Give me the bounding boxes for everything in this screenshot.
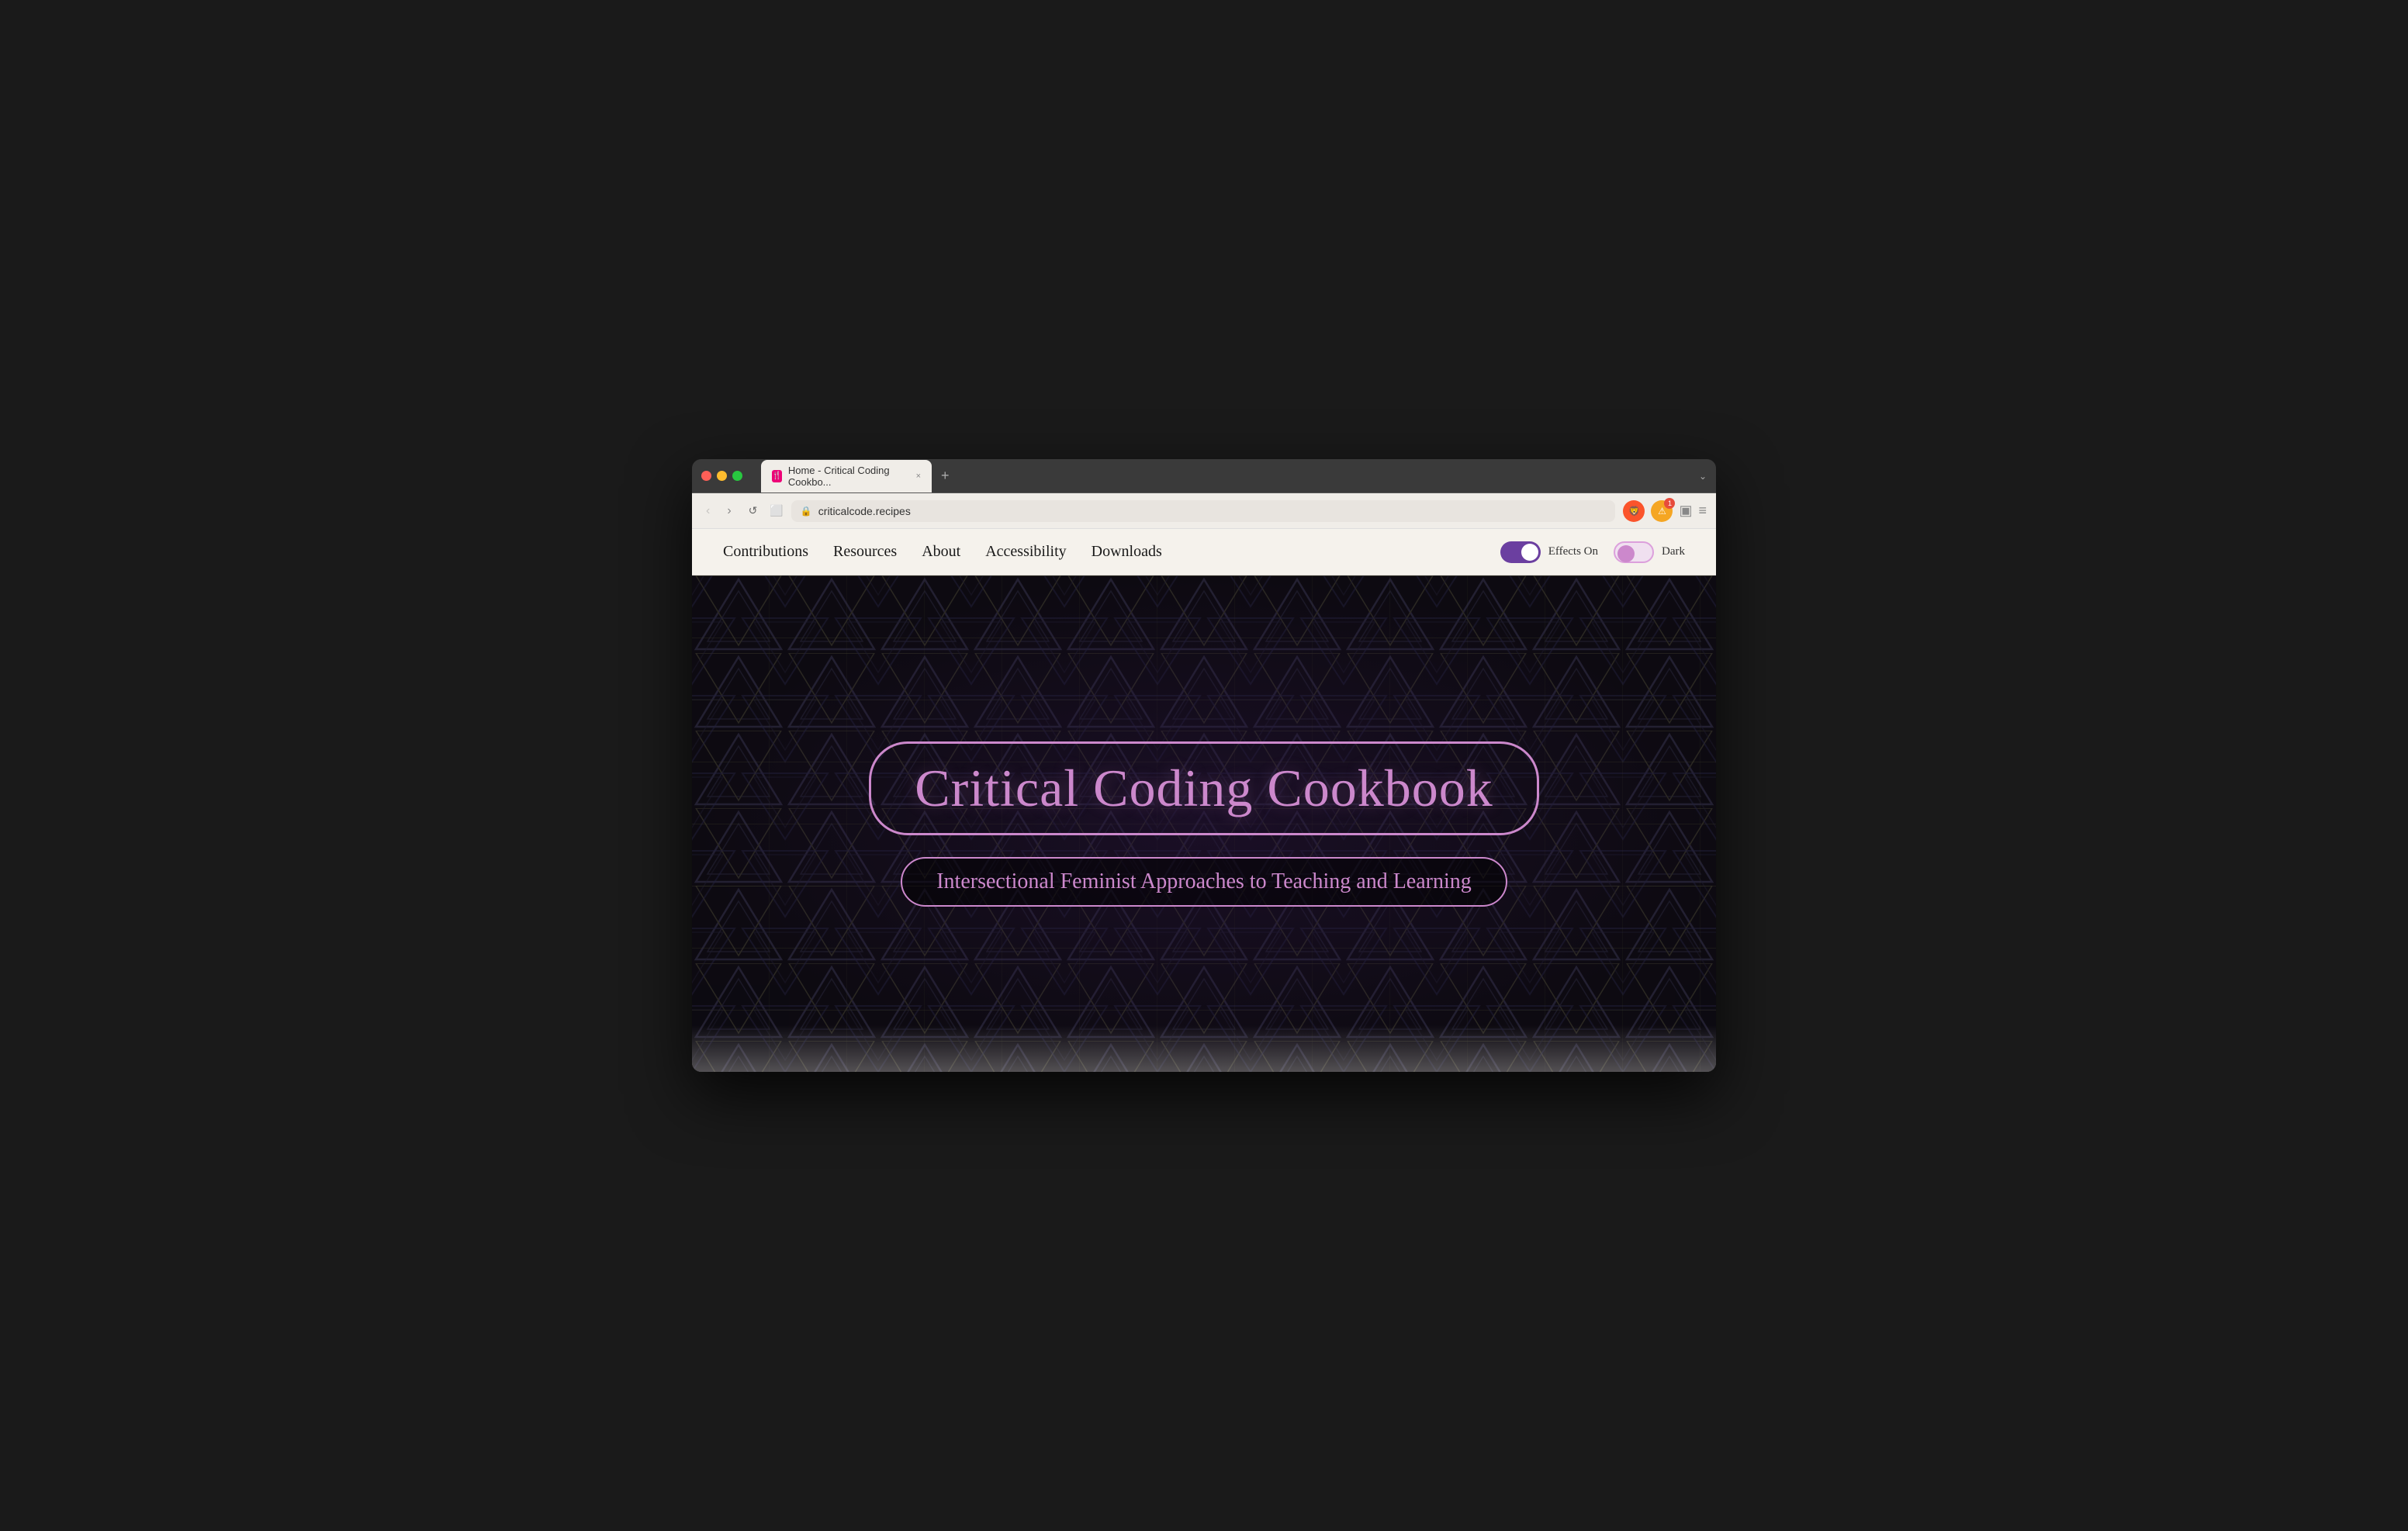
hero-content: Critical Coding Cookbook Intersectional …	[869, 741, 1539, 907]
bookmark-button[interactable]: ⬜	[770, 504, 783, 517]
expand-button[interactable]: ⌄	[1699, 471, 1707, 482]
effects-toggle-container: Effects On	[1500, 541, 1598, 563]
nav-resources[interactable]: Resources	[833, 543, 897, 561]
site-nav: Contributions Resources About Accessibil…	[692, 529, 1716, 575]
tab-close-button[interactable]: ×	[916, 472, 921, 481]
nav-controls: Effects On Dark	[1500, 541, 1685, 563]
dark-toggle-container: Dark	[1614, 541, 1685, 563]
notification-badge: 1	[1664, 498, 1675, 509]
nav-contributions[interactable]: Contributions	[723, 543, 808, 561]
address-bar: ‹ › ↺ ⬜ 🔒 criticalcode.recipes 🦁 ⚠ 1 ▣ ≡	[692, 493, 1716, 529]
nav-accessibility[interactable]: Accessibility	[985, 543, 1066, 561]
back-button[interactable]: ‹	[701, 501, 714, 521]
dark-label: Dark	[1662, 545, 1685, 558]
effects-toggle-knob	[1521, 544, 1538, 561]
browser-window: 🍴 Home - Critical Coding Cookbo... × + ⌄…	[692, 459, 1716, 1072]
url-bar[interactable]: 🔒 criticalcode.recipes	[791, 500, 1616, 522]
minimize-button[interactable]	[717, 471, 727, 481]
effects-toggle[interactable]	[1500, 541, 1541, 563]
forward-button[interactable]: ›	[722, 501, 735, 521]
nav-downloads[interactable]: Downloads	[1092, 543, 1162, 561]
active-tab[interactable]: 🍴 Home - Critical Coding Cookbo... ×	[761, 460, 932, 492]
tab-bar: 🍴 Home - Critical Coding Cookbo... × +	[761, 460, 1693, 492]
wallet-icon[interactable]: ▣	[1679, 503, 1692, 519]
dark-toggle[interactable]	[1614, 541, 1654, 563]
hero-subtitle: Intersectional Feminist Approaches to Te…	[936, 869, 1472, 894]
menu-icon[interactable]: ≡	[1698, 503, 1707, 519]
traffic-lights	[701, 471, 742, 481]
nav-about[interactable]: About	[922, 543, 960, 561]
hero-section: Critical Coding Cookbook Intersectional …	[692, 575, 1716, 1072]
url-text: criticalcode.recipes	[818, 505, 911, 517]
hero-subtitle-box: Intersectional Feminist Approaches to Te…	[901, 857, 1507, 907]
dark-toggle-knob	[1617, 545, 1635, 562]
new-tab-button[interactable]: +	[935, 465, 956, 487]
browser-actions: 🦁 ⚠ 1 ▣ ≡	[1623, 500, 1707, 522]
maximize-button[interactable]	[732, 471, 742, 481]
tab-favicon: 🍴	[772, 470, 782, 482]
website: Contributions Resources About Accessibil…	[692, 529, 1716, 1072]
notification-icon[interactable]: ⚠ 1	[1651, 500, 1673, 522]
hero-title: Critical Coding Cookbook	[915, 758, 1493, 819]
effects-label: Effects On	[1548, 545, 1598, 558]
brave-shield-icon[interactable]: 🦁	[1623, 500, 1645, 522]
nav-links: Contributions Resources About Accessibil…	[723, 543, 1162, 561]
tab-title: Home - Critical Coding Cookbo...	[788, 465, 907, 488]
hero-title-box: Critical Coding Cookbook	[869, 741, 1539, 835]
hero-bottom-fade	[692, 1025, 1716, 1072]
close-button[interactable]	[701, 471, 711, 481]
shield-label: 🦁	[1628, 506, 1640, 517]
lock-icon: 🔒	[801, 506, 812, 517]
title-bar: 🍴 Home - Critical Coding Cookbo... × + ⌄	[692, 459, 1716, 493]
reload-button[interactable]: ↺	[744, 501, 763, 520]
